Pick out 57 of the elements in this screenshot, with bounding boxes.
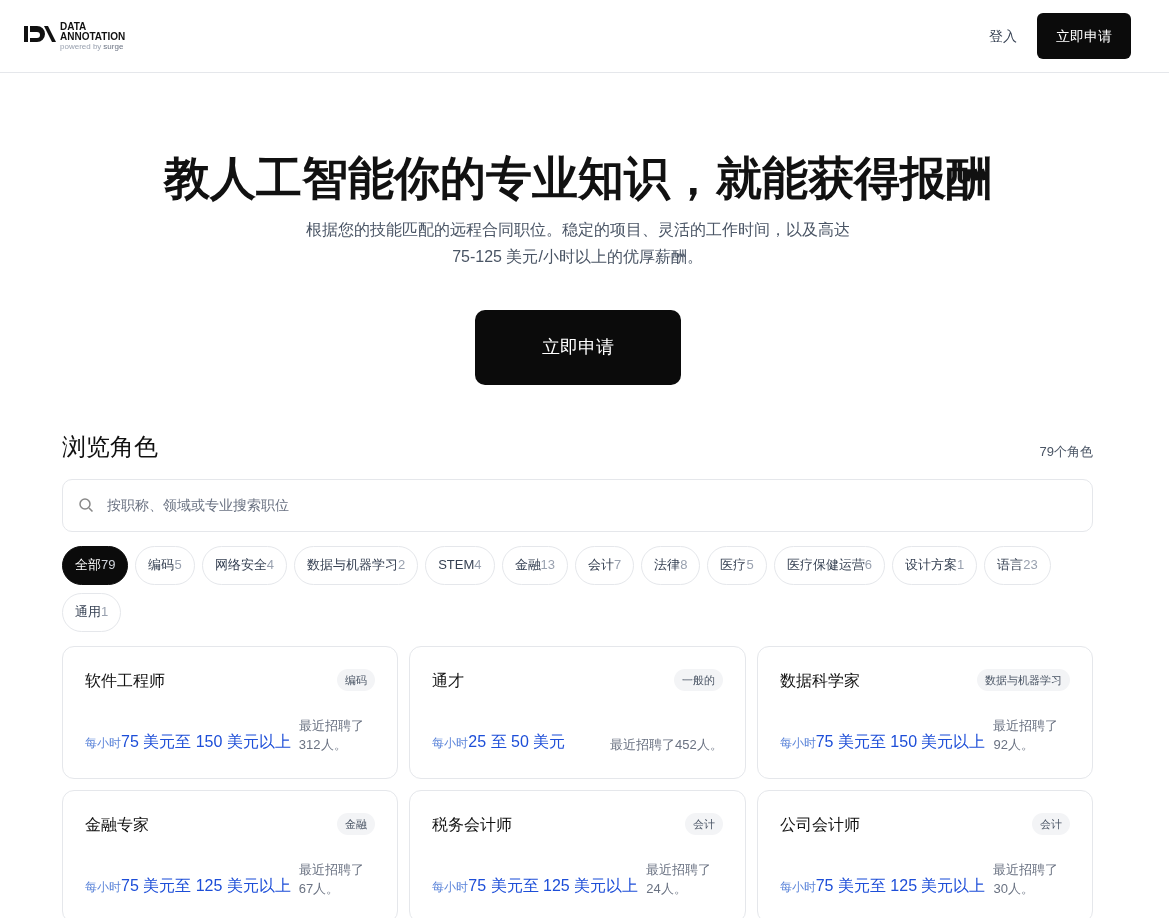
hired-count: 最近招聘了67人。 bbox=[298, 860, 365, 898]
category-tag: 会计 bbox=[684, 812, 723, 835]
filter-chip[interactable]: 编码5 bbox=[135, 545, 195, 585]
hired-count: 最近招聘了312人。 bbox=[298, 716, 365, 754]
pay-rate: 每小时75 美元至 125 美元以上 bbox=[85, 875, 291, 896]
category-tag: 一般的 bbox=[673, 668, 723, 691]
role-title: 税务会计师 bbox=[432, 814, 513, 835]
hired-count: 最近招聘了24人。 bbox=[646, 860, 713, 898]
role-title: 公司会计师 bbox=[779, 814, 860, 835]
pay-rate: 每小时75 美元至 150 美元以上 bbox=[779, 731, 986, 752]
filter-chip[interactable]: 会计7 bbox=[575, 545, 635, 585]
role-card[interactable]: 数据科学家 数据与机器学习 每小时75 美元至 150 美元以上 最近招聘了92人。 bbox=[756, 645, 1093, 779]
role-count: 79个角色 bbox=[1039, 443, 1093, 461]
hired-count: 最近招聘了452人。 bbox=[609, 735, 723, 754]
logo-text: DATA bbox=[60, 21, 88, 32]
search-field[interactable]: 按职称、领域或专业搜索职位 bbox=[62, 478, 1093, 532]
filter-chip[interactable]: 法律8 bbox=[641, 545, 701, 585]
filter-chip[interactable]: 设计方案1 bbox=[891, 545, 978, 585]
logo-mark-icon bbox=[24, 23, 56, 44]
role-title: 通才 bbox=[432, 670, 465, 691]
category-tag: 金融 bbox=[337, 812, 376, 835]
filter-chip[interactable]: 网络安全4 bbox=[201, 545, 287, 585]
role-card[interactable]: 公司会计师 会计 每小时75 美元至 125 美元以上 最近招聘了30人。 bbox=[756, 789, 1093, 918]
role-card[interactable]: 软件工程师 编码 每小时75 美元至 150 美元以上 最近招聘了312人。 bbox=[62, 645, 399, 779]
role-card[interactable]: 税务会计师 会计 每小时75 美元至 125 美元以上 最近招聘了24人。 bbox=[409, 789, 746, 918]
brand-text: surge bbox=[103, 42, 124, 51]
filter-chip[interactable]: 医疗保健运营6 bbox=[773, 545, 885, 585]
section-title: 浏览角色 bbox=[62, 431, 158, 462]
category-tag: 编码 bbox=[337, 668, 376, 691]
filter-chip[interactable]: 通用1 bbox=[62, 592, 122, 632]
pay-rate: 每小时75 美元至 125 美元以上 bbox=[432, 875, 639, 896]
role-card[interactable]: 通才 一般的 每小时25 至 50 美元 最近招聘了452人。 bbox=[409, 645, 746, 779]
filter-chip[interactable]: 全部79 bbox=[62, 545, 129, 585]
role-card[interactable]: 金融专家 金融 每小时75 美元至 125 美元以上 最近招聘了67人。 bbox=[62, 789, 399, 918]
pay-rate: 每小时25 至 50 美元 bbox=[432, 731, 566, 752]
filter-chip[interactable]: 数据与机器学习2 bbox=[293, 545, 419, 585]
apply-button[interactable]: 立即申请 bbox=[1037, 13, 1131, 59]
logo-text: ANNOTATION bbox=[60, 31, 126, 42]
hired-count: 最近招聘了92人。 bbox=[993, 716, 1060, 754]
filter-chip[interactable]: 金融13 bbox=[501, 545, 568, 585]
hired-count: 最近招聘了30人。 bbox=[993, 860, 1060, 898]
filter-chip[interactable]: STEM4 bbox=[425, 545, 495, 585]
filter-chip[interactable]: 语言23 bbox=[984, 545, 1051, 585]
category-tag: 会计 bbox=[1032, 812, 1070, 835]
login-link[interactable]: 登入 bbox=[989, 25, 1017, 47]
role-title: 金融专家 bbox=[85, 814, 149, 835]
hero-title: 教人工智能你的专业知识，就能获得报酬 bbox=[163, 151, 992, 206]
pay-rate: 每小时75 美元至 150 美元以上 bbox=[85, 731, 291, 752]
powered-by-text: powered by bbox=[60, 42, 102, 51]
role-title: 软件工程师 bbox=[85, 670, 165, 691]
search-icon bbox=[78, 496, 94, 513]
hero-subtitle: 根据您的技能匹配的远程合同职位。稳定的项目、灵活的工作时间，以及高达 75-125 美元/小时以上的优厚薪酬。 bbox=[305, 219, 850, 267]
pay-rate: 每小时75 美元至 125 美元以上 bbox=[779, 875, 986, 896]
category-tag: 数据与机器学习 bbox=[977, 668, 1070, 691]
apply-button[interactable]: 立即申请 bbox=[474, 309, 681, 385]
filter-chip[interactable]: 医疗5 bbox=[707, 545, 767, 585]
role-title: 数据科学家 bbox=[779, 670, 860, 691]
